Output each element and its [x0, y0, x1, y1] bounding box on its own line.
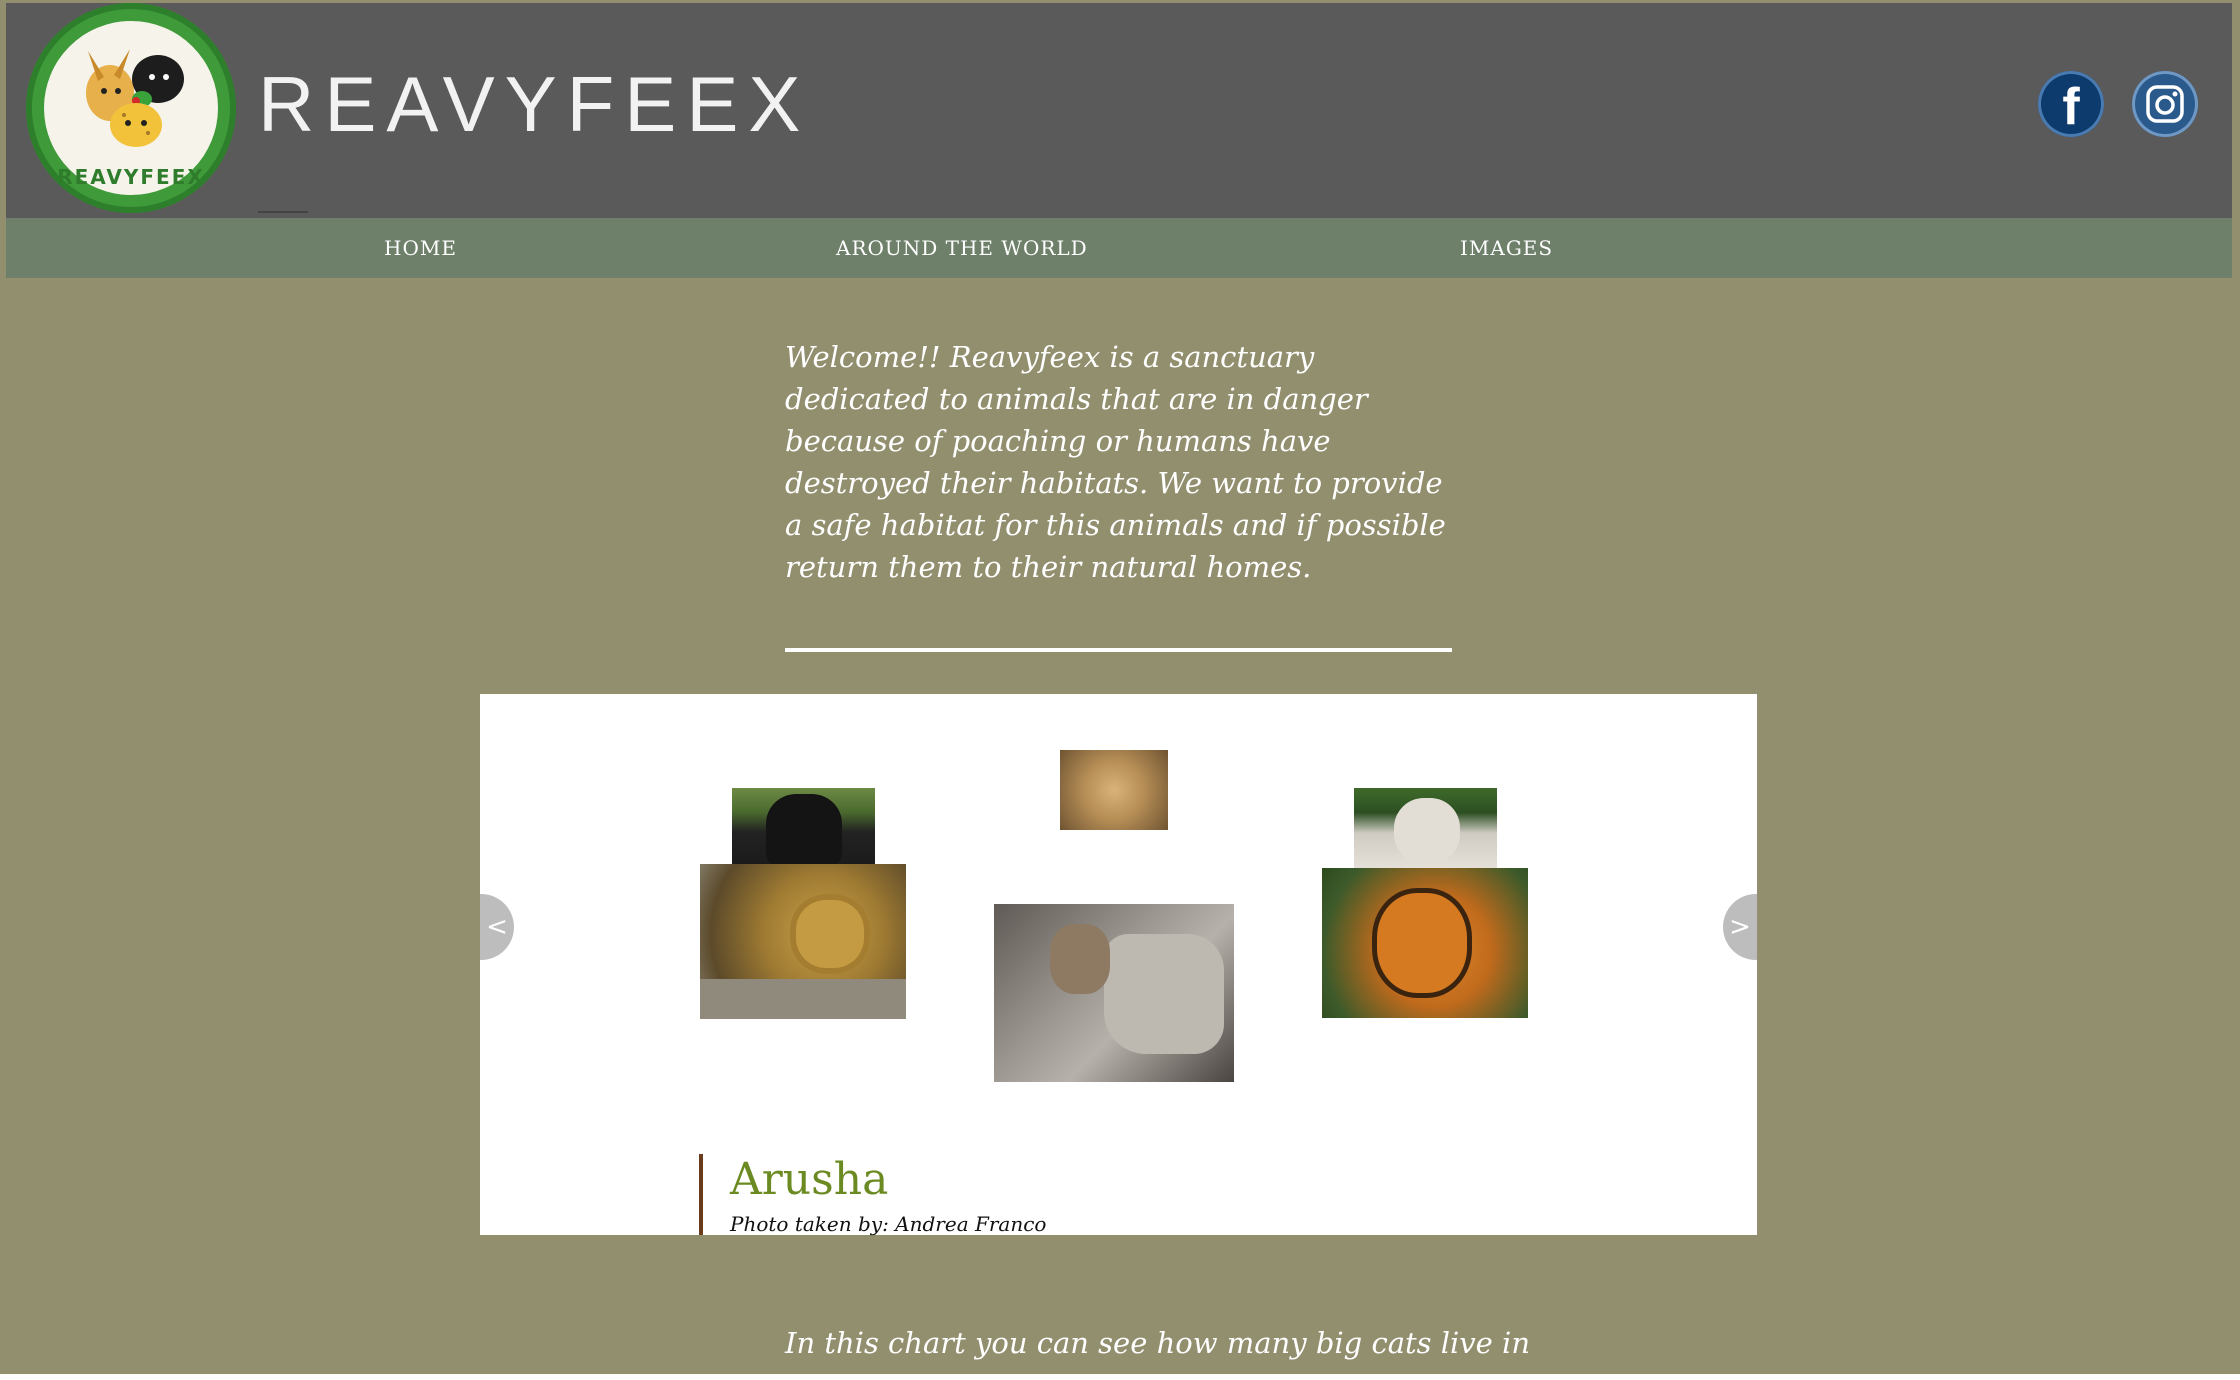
cheetah-photo[interactable]	[1060, 750, 1168, 830]
black-jaguar-photo[interactable]	[732, 788, 875, 868]
nav-home[interactable]: HOME	[384, 236, 457, 260]
nav-around-the-world[interactable]: AROUND THE WORLD	[836, 236, 1088, 260]
photo-credit: Photo taken by: Andrea Franco	[730, 1212, 1047, 1236]
camera-icon	[2146, 85, 2184, 123]
tiger-photo[interactable]	[1322, 868, 1528, 1018]
title-underline	[258, 211, 308, 213]
welcome-text: Welcome!! Reavyfeex is a sanctuary dedic…	[785, 340, 1446, 584]
site-logo[interactable]: REAVYFEEX	[26, 3, 236, 213]
nav-images[interactable]: IMAGES	[1460, 236, 1553, 260]
main-nav: HOME AROUND THE WORLD IMAGES	[6, 218, 2232, 278]
caption-accent-bar	[699, 1154, 703, 1235]
logo-wordmark: REAVYFEEX	[57, 165, 205, 189]
carousel-prev-button[interactable]: <	[480, 894, 514, 960]
logo-emblem: REAVYFEEX	[44, 21, 218, 195]
page-bottom-edge	[0, 1374, 2240, 1380]
jaguar-photo[interactable]	[700, 864, 906, 1019]
facebook-icon[interactable]: f	[2038, 71, 2104, 137]
site-title[interactable]: REAVYFEEX	[258, 59, 810, 150]
photo-caption-title: Arusha	[730, 1154, 889, 1205]
carousel-next-button[interactable]: >	[1723, 894, 1757, 960]
animals-illustration	[86, 49, 184, 147]
chart-intro-text: In this chart you can see how many big c…	[785, 1326, 1531, 1360]
instagram-icon[interactable]	[2132, 71, 2198, 137]
white-tiger-photo[interactable]	[1354, 788, 1497, 870]
bobcat-photo[interactable]	[994, 904, 1234, 1082]
facebook-glyph: f	[2062, 78, 2080, 136]
section-divider	[785, 648, 1452, 652]
site-header: REAVYFEEX REAVYFEEX f	[6, 3, 2232, 218]
image-carousel: < > Arusha Photo taken by: Andrea Franco	[480, 694, 1757, 1236]
